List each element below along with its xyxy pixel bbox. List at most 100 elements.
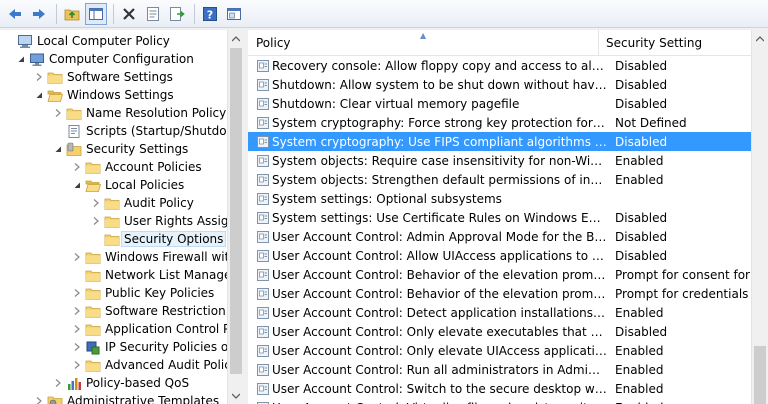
expanded-arrow-icon[interactable] bbox=[34, 86, 44, 104]
back-button[interactable] bbox=[4, 3, 26, 25]
tree-item[interactable]: Name Resolution Policy bbox=[53, 104, 226, 122]
properties-icon bbox=[147, 6, 159, 21]
policy-row[interactable]: User Account Control: Switch to the secu… bbox=[248, 379, 751, 398]
tree-scroll-thumb[interactable] bbox=[230, 48, 242, 374]
tree-item[interactable]: Advanced Audit Policy Configuration bbox=[72, 356, 242, 374]
tree-item[interactable]: Software Settings bbox=[34, 68, 173, 86]
tree-item[interactable]: Scripts (Startup/Shutdown) bbox=[53, 122, 242, 140]
tree-scrollbar[interactable] bbox=[227, 30, 244, 404]
policy-row[interactable]: User Account Control: Virtualize file an… bbox=[248, 398, 751, 404]
collapsed-arrow-icon[interactable] bbox=[34, 68, 44, 86]
tree-item-label: Local Computer Policy bbox=[37, 34, 170, 48]
tree-item[interactable]: Software Restriction Policies bbox=[72, 302, 242, 320]
scroll-up-arrow-icon[interactable] bbox=[752, 30, 768, 47]
policy-row[interactable]: User Account Control: Behavior of the el… bbox=[248, 265, 751, 284]
policy-setting-icon bbox=[256, 363, 270, 377]
policy-row[interactable]: User Account Control: Run all administra… bbox=[248, 360, 751, 379]
show-hide-tree-button[interactable] bbox=[85, 2, 107, 25]
policy-row[interactable]: System settings: Use Certificate Rules o… bbox=[248, 208, 751, 227]
tree-item[interactable]: Local Computer Policy bbox=[4, 32, 170, 50]
tree-item[interactable]: Windows Firewall with Advanced Security bbox=[72, 248, 242, 266]
tree-item[interactable]: Application Control Policies bbox=[72, 320, 242, 338]
policy-name: System settings: Use Certificate Rules o… bbox=[272, 210, 607, 225]
security-setting-value: Enabled bbox=[615, 153, 664, 168]
scroll-up-arrow-icon[interactable] bbox=[228, 30, 244, 47]
policy-setting-icon bbox=[256, 382, 270, 396]
policy-row[interactable]: User Account Control: Behavior of the el… bbox=[248, 284, 751, 303]
tree-item[interactable]: Computer Configuration bbox=[16, 50, 194, 68]
collapsed-arrow-icon[interactable] bbox=[72, 284, 82, 302]
policy-setting-icon bbox=[256, 192, 270, 206]
policy-row[interactable]: User Account Control: Only elevate UIAcc… bbox=[248, 341, 751, 360]
policy-row[interactable]: Shutdown: Clear virtual memory pagefile D… bbox=[248, 94, 751, 113]
policy-row[interactable]: System cryptography: Use FIPS compliant … bbox=[248, 132, 751, 151]
tree-item-label: Policy-based QoS bbox=[86, 376, 190, 390]
scroll-down-arrow-icon[interactable] bbox=[228, 387, 244, 404]
tree-item-label: Network List Manager Policies bbox=[105, 268, 242, 282]
tree-item-label: Application Control Policies bbox=[105, 322, 242, 336]
help-icon: ? bbox=[203, 6, 217, 21]
policy-row[interactable]: User Account Control: Detect application… bbox=[248, 303, 751, 322]
ipsec-icon bbox=[85, 339, 101, 355]
policy-row[interactable]: System settings: Optional subsystems bbox=[248, 189, 751, 208]
collapsed-arrow-icon[interactable] bbox=[53, 104, 63, 122]
console-tree[interactable]: Local Computer Policy Computer Configurat… bbox=[0, 30, 243, 404]
up-one-level-button[interactable] bbox=[61, 3, 83, 25]
expanded-arrow-icon[interactable] bbox=[53, 140, 63, 158]
collapsed-arrow-icon[interactable] bbox=[72, 302, 82, 320]
collapsed-arrow-icon[interactable] bbox=[91, 194, 101, 212]
collapsed-arrow-icon[interactable] bbox=[53, 374, 63, 392]
tree-item[interactable]: Local Policies bbox=[72, 176, 184, 194]
properties-button[interactable] bbox=[142, 3, 164, 25]
forward-button[interactable] bbox=[28, 3, 50, 25]
list-scroll-thumb[interactable] bbox=[754, 346, 766, 404]
tree-item[interactable]: Security Settings bbox=[53, 140, 188, 158]
security-setting-value: Disabled bbox=[615, 77, 668, 92]
collapsed-arrow-icon[interactable] bbox=[72, 248, 82, 266]
collapsed-arrow-icon[interactable] bbox=[72, 158, 82, 176]
policy-name: Recovery console: Allow floppy copy and … bbox=[272, 58, 607, 73]
policy-row[interactable]: User Account Control: Allow UIAccess app… bbox=[248, 246, 751, 265]
folder-icon bbox=[85, 285, 101, 301]
tree-item[interactable]: Audit Policy bbox=[91, 194, 194, 212]
policy-row[interactable]: System cryptography: Force strong key pr… bbox=[248, 113, 751, 132]
tree-item[interactable]: Account Policies bbox=[72, 158, 202, 176]
collapsed-arrow-icon[interactable] bbox=[34, 392, 44, 404]
security-setting-value: Enabled bbox=[615, 362, 664, 377]
help-button[interactable]: ? bbox=[199, 3, 221, 25]
policy-name: Shutdown: Clear virtual memory pagefile bbox=[272, 96, 520, 111]
policy-row[interactable]: User Account Control: Admin Approval Mod… bbox=[248, 227, 751, 246]
security-setting-value: Disabled bbox=[615, 210, 668, 225]
tree-item[interactable]: Windows Settings bbox=[34, 86, 174, 104]
tree-item-label: User Rights Assignment bbox=[124, 214, 242, 228]
expanded-arrow-icon[interactable] bbox=[72, 176, 82, 194]
tree-item[interactable]: Policy-based QoS bbox=[53, 374, 189, 392]
policy-row[interactable]: User Account Control: Only elevate execu… bbox=[248, 322, 751, 341]
collapsed-arrow-icon[interactable] bbox=[72, 356, 82, 374]
policy-setting-icon bbox=[256, 401, 270, 404]
policy-name: User Account Control: Run all administra… bbox=[272, 362, 607, 377]
column-header-security-setting[interactable]: Security Setting bbox=[600, 30, 751, 56]
export-list-button[interactable] bbox=[166, 3, 188, 25]
tree-item[interactable]: IP Security Policies on Local Computer bbox=[72, 338, 242, 356]
delete-button[interactable] bbox=[118, 3, 140, 25]
list-scrollbar[interactable] bbox=[751, 30, 768, 404]
tree-item[interactable]: Security Options bbox=[91, 230, 227, 248]
tree-item[interactable]: User Rights Assignment bbox=[91, 212, 242, 230]
collapsed-arrow-icon[interactable] bbox=[91, 212, 101, 230]
policy-row[interactable]: Recovery console: Allow floppy copy and … bbox=[248, 56, 751, 75]
collapsed-arrow-icon[interactable] bbox=[72, 338, 82, 356]
tree-item[interactable]: Network List Manager Policies bbox=[72, 266, 242, 284]
tree-item[interactable]: Public Key Policies bbox=[72, 284, 214, 302]
policy-row[interactable]: System objects: Strengthen default permi… bbox=[248, 170, 751, 189]
console-view-button[interactable] bbox=[223, 3, 245, 25]
policy-row[interactable]: System objects: Require case insensitivi… bbox=[248, 151, 751, 170]
security-setting-value: Prompt for consent for ... bbox=[615, 267, 751, 282]
tree-item[interactable]: Administrative Templates bbox=[34, 392, 219, 404]
policy-row[interactable]: Shutdown: Allow system to be shut down w… bbox=[248, 75, 751, 94]
policy-setting-icon bbox=[256, 211, 270, 225]
expanded-arrow-icon[interactable] bbox=[16, 50, 26, 68]
policy-name: User Account Control: Admin Approval Mod… bbox=[272, 229, 607, 244]
collapsed-arrow-icon[interactable] bbox=[72, 320, 82, 338]
